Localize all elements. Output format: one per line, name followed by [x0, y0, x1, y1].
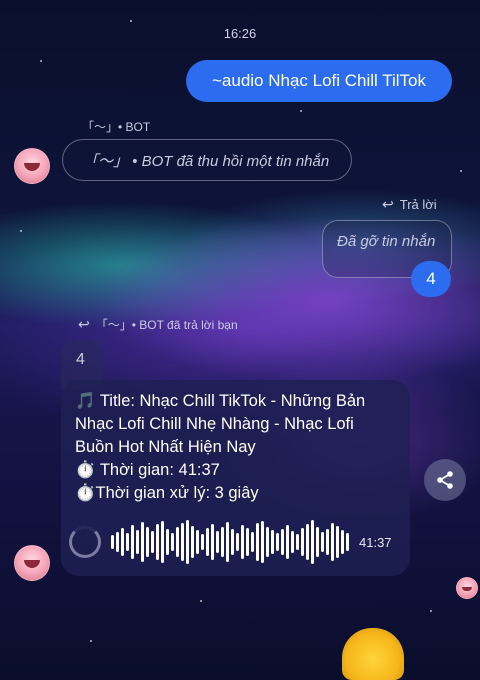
star-decoration — [300, 110, 302, 112]
audio-info-line: Nhạc Lofi Chill Nhẹ Nhàng - Nhạc Lofi — [75, 415, 354, 433]
audio-player[interactable]: 41:37 — [69, 520, 403, 564]
bot-replied-text: 「～」• BOT đã trả lời bạn — [95, 318, 238, 332]
waveform-bar — [116, 532, 119, 552]
reply-arrow-icon: ↩ — [78, 316, 90, 332]
reply-label-text: Trả lời — [399, 197, 437, 212]
waveform-bar — [191, 526, 194, 558]
waveform-bar — [111, 535, 114, 549]
waveform-bar — [266, 527, 269, 557]
waveform-bar — [206, 528, 209, 556]
audio-info-line: ⏱️ Thời gian: 41:37 — [75, 461, 220, 479]
audio-info-line: ⏱️Thời gian xử lý: 3 giây — [75, 484, 259, 502]
waveform-bar — [251, 532, 254, 552]
waveform-bar — [336, 526, 339, 558]
star-decoration — [200, 600, 202, 602]
waveform-bar — [181, 523, 184, 561]
waveform-bar — [346, 533, 349, 551]
bot-avatar[interactable] — [14, 545, 50, 581]
timestamp: 16:26 — [223, 26, 257, 41]
waveform-bar — [276, 533, 279, 551]
waveform-bar — [171, 533, 174, 551]
reply-label: ↩ Trả lời — [382, 196, 437, 213]
share-button[interactable] — [424, 459, 466, 501]
reaction-count: 4 — [426, 269, 436, 288]
waveform-bar — [186, 520, 189, 564]
waveform-bar — [256, 523, 259, 561]
waveform-bar — [151, 531, 154, 553]
seen-avatar — [456, 577, 478, 599]
bot-avatar[interactable] — [14, 148, 50, 184]
loading-spinner-icon[interactable] — [69, 526, 101, 558]
recalled-message-text: 「～」 • BOT đã thu hồi một tin nhắn — [83, 152, 330, 170]
waveform-bar — [216, 531, 219, 553]
audio-message-card[interactable]: 🎵 Title: Nhạc Chill TikTok - Những Bản N… — [61, 380, 410, 576]
waveform-bar — [316, 527, 319, 557]
waveform-bar — [146, 527, 149, 557]
waveform-bar — [311, 520, 314, 564]
waveform-bar — [196, 530, 199, 554]
audio-info: 🎵 Title: Nhạc Chill TikTok - Những Bản N… — [75, 390, 398, 515]
waveform-bar — [241, 525, 244, 559]
star-decoration — [40, 60, 42, 62]
star-decoration — [90, 640, 92, 642]
waveform-bar — [281, 529, 284, 555]
waveform-bar — [166, 529, 169, 555]
quoted-message-text: 4 — [76, 351, 85, 368]
share-icon — [437, 471, 453, 489]
waveform-bar — [126, 533, 129, 551]
waveform-bar — [136, 530, 139, 554]
waveform-bar — [221, 527, 224, 557]
waveform-bar — [156, 524, 159, 560]
waveform-bar — [201, 534, 204, 550]
waveform-bar — [291, 531, 294, 553]
waveform-bar — [211, 524, 214, 560]
audio-waveform[interactable] — [111, 520, 349, 564]
deleted-message-text: Đã gỡ tin nhắn — [337, 233, 436, 250]
waveform-bar — [226, 522, 229, 562]
audio-info-line: Buồn Hot Nhất Hiện Nay — [75, 438, 256, 456]
star-decoration — [130, 20, 132, 22]
star-decoration — [430, 610, 432, 612]
message-reaction-badge[interactable]: 4 — [411, 261, 451, 297]
waveform-bar — [261, 521, 264, 563]
waveform-bar — [236, 533, 239, 551]
waveform-bar — [131, 525, 134, 559]
audio-info-line: 🎵 Title: Nhạc Chill TikTok - Những Bản — [75, 392, 366, 410]
waveform-bar — [231, 529, 234, 555]
waveform-bar — [341, 530, 344, 554]
waveform-bar — [246, 528, 249, 556]
star-decoration — [20, 230, 22, 232]
recalled-message-bubble[interactable]: 「～」 • BOT đã thu hồi một tin nhắn — [62, 139, 352, 181]
waveform-bar — [301, 528, 304, 556]
outgoing-message-bubble[interactable]: ~audio Nhạc Lofi Chill TilTok — [186, 60, 452, 102]
chick-sticker — [342, 628, 404, 680]
waveform-bar — [176, 527, 179, 557]
reply-arrow-icon: ↩ — [382, 196, 394, 212]
waveform-bar — [306, 524, 309, 560]
waveform-bar — [326, 529, 329, 555]
waveform-bar — [121, 528, 124, 556]
waveform-bar — [141, 522, 144, 562]
waveform-bar — [296, 534, 299, 550]
star-decoration — [460, 170, 462, 172]
bot-sender-name: 「～」• BOT — [82, 120, 151, 134]
waveform-bar — [331, 523, 334, 561]
bot-replied-label: ↩ 「～」• BOT đã trả lời bạn — [78, 316, 238, 333]
outgoing-message-text: ~audio Nhạc Lofi Chill TilTok — [211, 71, 427, 90]
waveform-bar — [286, 525, 289, 559]
audio-duration: 41:37 — [359, 534, 392, 550]
waveform-bar — [271, 530, 274, 554]
waveform-bar — [321, 532, 324, 552]
waveform-bar — [161, 521, 164, 563]
